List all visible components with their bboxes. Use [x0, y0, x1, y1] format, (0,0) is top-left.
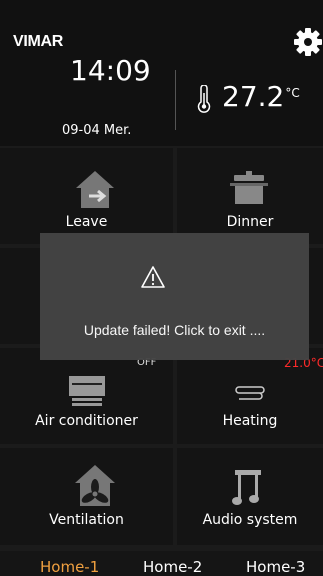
pot-icon	[230, 171, 268, 204]
temperature-value: 27.2	[222, 80, 285, 113]
clock-date: 09-04 Mer.	[62, 123, 132, 138]
tile-air-conditioner-label: Air conditioner	[35, 413, 138, 429]
music-note-icon	[232, 470, 261, 505]
tile-dinner-label: Dinner	[226, 214, 274, 230]
tile-ventilation[interactable]: Ventilation	[0, 448, 173, 545]
dialog-message[interactable]: Update failed! Click to exit ....	[40, 322, 309, 338]
heating-icon	[235, 386, 265, 400]
warning-icon	[141, 266, 165, 288]
tile-audio-system[interactable]: Audio system	[177, 448, 323, 545]
fan-home-icon	[75, 465, 115, 506]
temperature-unit: °C	[285, 86, 300, 100]
tile-air-conditioner[interactable]: OFF Air conditioner	[0, 348, 173, 444]
update-failed-dialog[interactable]: Update failed! Click to exit ....	[40, 233, 309, 360]
tile-dinner[interactable]: Dinner	[177, 148, 323, 244]
clock-time: 14:09	[70, 54, 151, 87]
tab-home-1[interactable]: Home-1	[40, 558, 99, 576]
tab-home-3[interactable]: Home-3	[246, 558, 305, 576]
tile-leave-label: Leave	[65, 214, 108, 230]
header-divider	[175, 70, 176, 130]
tile-ventilation-label: Ventilation	[49, 512, 124, 528]
room-temperature: 27.2°C	[222, 80, 300, 113]
tile-leave[interactable]: Leave	[0, 148, 173, 244]
thermometer-icon	[197, 85, 211, 113]
tile-heating[interactable]: 21.0°C Heating	[177, 348, 323, 444]
tab-home-2[interactable]: Home-2	[143, 558, 202, 576]
tile-audio-system-label: Audio system	[202, 512, 298, 528]
gear-icon[interactable]	[292, 26, 323, 58]
leave-home-icon	[76, 171, 114, 208]
status-header: VIMAR 14:09 09-04 Mer. 27.2°C	[0, 0, 323, 146]
brand-logo: VIMAR	[13, 33, 64, 50]
tile-heating-label: Heating	[222, 413, 278, 429]
air-conditioner-icon	[69, 376, 105, 406]
home-tabs: Home-1 Home-2 Home-3	[0, 551, 323, 576]
